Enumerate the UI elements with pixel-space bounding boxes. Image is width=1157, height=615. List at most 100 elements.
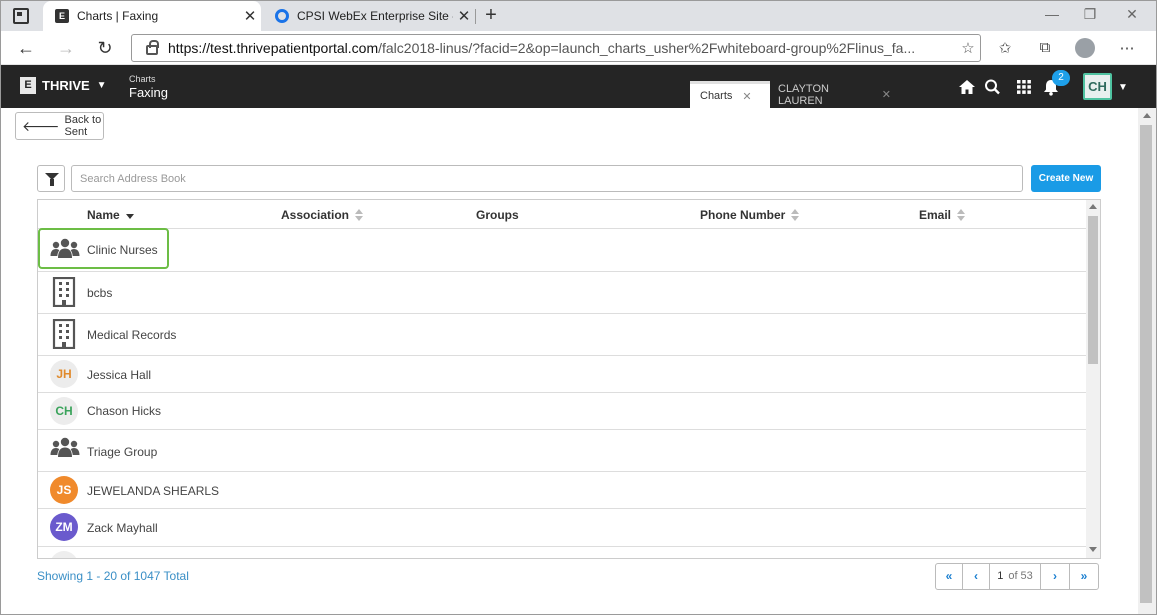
address-book-table: Name Association Groups Phone Number Ema…: [37, 199, 1101, 559]
apps-grid-icon[interactable]: [1014, 78, 1034, 96]
table-row[interactable]: [38, 547, 1086, 558]
table-row[interactable]: Triage Group: [38, 430, 1086, 472]
table-row[interactable]: ZM Zack Mayhall: [38, 509, 1086, 547]
breadcrumb-parent[interactable]: Charts: [129, 74, 168, 84]
avatar: JS: [50, 476, 78, 504]
back-arrow-icon[interactable]: ←: [13, 35, 39, 61]
last-page-button[interactable]: »: [1069, 563, 1099, 590]
column-header-phone[interactable]: Phone Number: [700, 208, 800, 222]
pagination: « ‹ 1 of 53 › »: [935, 563, 1099, 590]
column-header-name[interactable]: Name: [87, 208, 134, 222]
back-to-sent-button[interactable]: 🡐 Back to Sent: [15, 112, 104, 140]
first-page-button[interactable]: «: [935, 563, 963, 590]
url-host: https://test.thrivepatientportal.com: [168, 40, 379, 56]
contact-name: bcbs: [87, 286, 113, 300]
avatar: [50, 551, 78, 558]
contact-name: Jessica Hall: [87, 368, 152, 382]
browser-tab-title: CPSI WebEx Enterprise Site - Rep: [297, 9, 453, 23]
next-page-button[interactable]: ›: [1040, 563, 1070, 590]
search-address-book-input[interactable]: [71, 165, 1023, 192]
close-tab-icon[interactable]: ✕: [882, 88, 891, 101]
contact-name: JEWELANDA SHEARLS: [87, 484, 220, 498]
table-row[interactable]: bcbs: [38, 272, 1086, 314]
new-tab-button[interactable]: +: [481, 4, 501, 26]
profile-icon[interactable]: [1075, 38, 1095, 58]
forward-arrow-icon[interactable]: →: [53, 35, 79, 61]
address-bar[interactable]: https://test.thrivepatientportal.com/fal…: [131, 34, 981, 62]
column-header-label: Name: [87, 208, 120, 222]
table-row[interactable]: JH Jessica Hall: [38, 356, 1086, 393]
caret-down-icon[interactable]: ▼: [1118, 82, 1128, 93]
arrow-left-icon: 🡐: [22, 117, 60, 134]
table-header: Name Association Groups Phone Number Ema…: [38, 200, 1086, 229]
building-icon: [52, 277, 76, 307]
more-options-icon[interactable]: ⋯: [1115, 39, 1139, 57]
prev-page-button[interactable]: ‹: [962, 563, 990, 590]
scroll-up-icon[interactable]: [1143, 113, 1151, 118]
table-row[interactable]: JS JEWELANDA SHEARLS: [38, 472, 1086, 509]
scroll-down-icon[interactable]: [1089, 547, 1097, 552]
scroll-up-icon[interactable]: [1089, 204, 1097, 209]
window-menu-icon[interactable]: [13, 8, 29, 24]
page-title: Faxing: [129, 85, 169, 100]
create-new-button[interactable]: Create New: [1031, 165, 1101, 192]
app-tab-charts[interactable]: Charts ✕: [690, 81, 770, 108]
breadcrumb: Charts Faxing: [129, 74, 168, 100]
notification-badge: 2: [1052, 70, 1070, 86]
contact-name: Zack Mayhall: [87, 521, 158, 535]
scrollbar-thumb[interactable]: [1088, 216, 1098, 364]
close-tab-icon[interactable]: ✕: [453, 7, 475, 25]
table-row[interactable]: CH Chason Hicks: [38, 393, 1086, 430]
reload-icon[interactable]: ↻: [92, 35, 118, 61]
minimize-icon[interactable]: —: [1037, 6, 1067, 22]
contact-name: Triage Group: [87, 445, 158, 459]
collections-icon[interactable]: ⧉: [1033, 39, 1057, 56]
building-icon: [52, 319, 76, 349]
brand-name: THRIVE: [42, 78, 90, 93]
close-tab-icon[interactable]: ✕: [239, 7, 261, 25]
column-header-email[interactable]: Email: [919, 208, 966, 222]
app-tab-patient[interactable]: CLAYTON LAUREN ✕: [771, 81, 891, 108]
avatar: JH: [50, 360, 78, 388]
home-icon[interactable]: [957, 78, 977, 96]
thrive-logo-icon: E: [20, 77, 36, 94]
browser-tab-title: Charts | Faxing: [77, 9, 159, 23]
brand-menu[interactable]: E THRIVE ▼: [20, 77, 107, 94]
table-row[interactable]: Clinic Nurses: [38, 229, 1086, 272]
sort-desc-icon: [125, 213, 134, 219]
tab-strip: E Charts | Faxing ✕ CPSI WebEx Enterpris…: [1, 1, 1156, 31]
column-header-label: Phone Number: [700, 208, 786, 222]
table-row[interactable]: Medical Records: [38, 314, 1086, 356]
scrollbar-thumb[interactable]: [1140, 125, 1152, 603]
column-header-label: Association: [281, 208, 350, 222]
close-window-icon[interactable]: ✕: [1117, 6, 1147, 23]
favorite-star-icon[interactable]: ☆: [956, 39, 980, 57]
group-icon: [50, 437, 80, 457]
close-tab-icon[interactable]: ✕: [742, 90, 751, 103]
page-total: of 53: [1008, 570, 1033, 582]
column-header-association[interactable]: Association: [281, 208, 364, 222]
page-indicator[interactable]: 1 of 53: [989, 563, 1041, 590]
showing-count: Showing 1 - 20 of 1047 Total: [37, 569, 189, 583]
filter-button[interactable]: [37, 165, 65, 192]
browser-tab-cpsi[interactable]: CPSI WebEx Enterprise Site - Rep ✕: [263, 1, 475, 31]
selection-highlight: [38, 228, 169, 269]
sort-icon: [791, 209, 800, 221]
avatar: CH: [50, 397, 78, 425]
app-tab-label: CLAYTON LAUREN: [778, 82, 829, 107]
contact-name: Chason Hicks: [87, 404, 162, 418]
url-text[interactable]: https://test.thrivepatientportal.com/fal…: [168, 40, 956, 56]
favorites-icon[interactable]: ✩: [993, 39, 1017, 57]
user-avatar[interactable]: CH: [1083, 73, 1112, 100]
column-header-label: Groups: [476, 208, 519, 222]
page-scrollbar[interactable]: [1138, 108, 1156, 614]
column-header-label: Email: [919, 208, 952, 222]
table-scrollbar[interactable]: [1086, 200, 1100, 558]
browser-tab-charts[interactable]: E Charts | Faxing ✕: [43, 1, 261, 31]
lock-icon: [146, 40, 159, 55]
search-icon[interactable]: [983, 78, 1003, 96]
restore-icon[interactable]: ❐: [1075, 6, 1105, 23]
browser-window: E Charts | Faxing ✕ CPSI WebEx Enterpris…: [0, 0, 1157, 615]
filter-icon: [45, 173, 59, 186]
webex-favicon-icon: [275, 9, 289, 23]
